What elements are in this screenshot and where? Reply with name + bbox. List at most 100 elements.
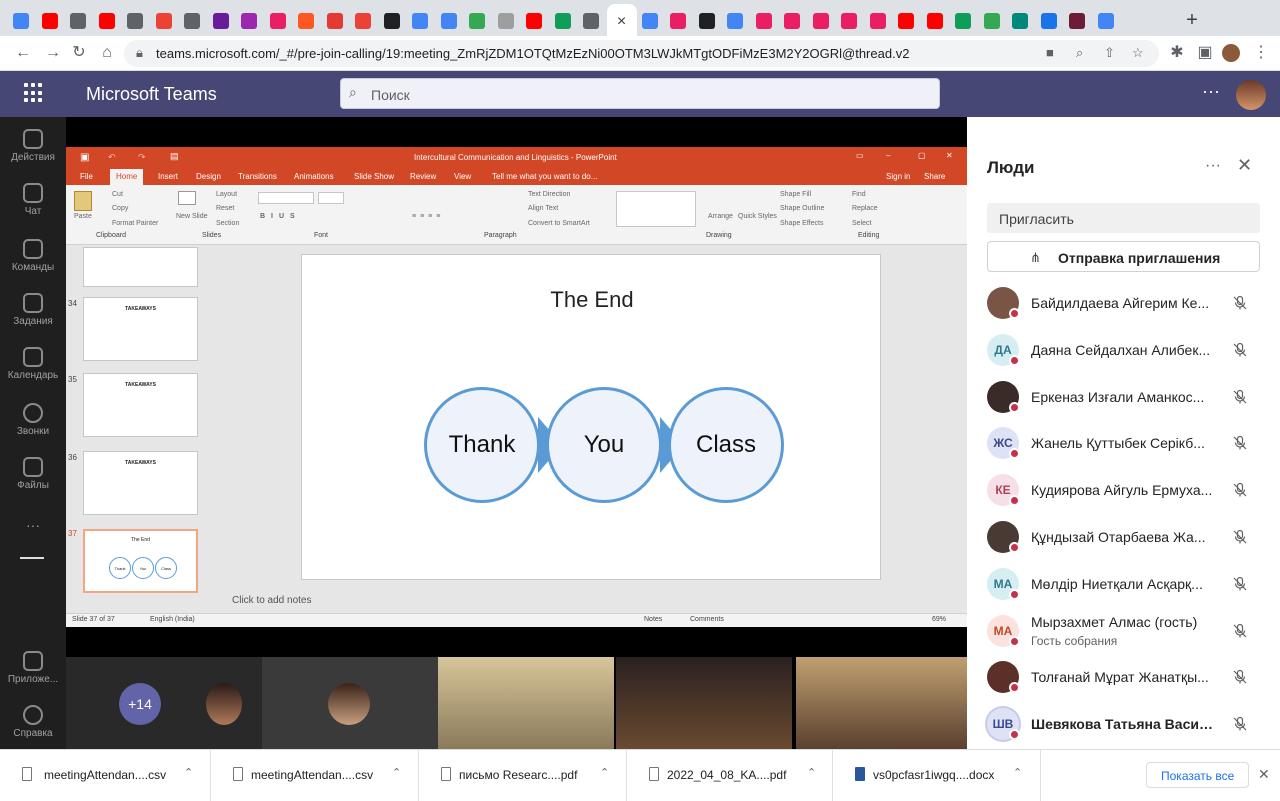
browser-tab[interactable] (436, 6, 462, 36)
participant-row[interactable]: ЖС Жанель Қуттыбек Серікб... (987, 423, 1272, 463)
rail-item-calls[interactable]: Звонки (0, 403, 66, 437)
browser-tab[interactable] (950, 6, 976, 36)
address-bar[interactable]: 🔒︎ teams.microsoft.com/_#/pre-join-calli… (124, 40, 1159, 67)
profile-avatar[interactable] (1222, 44, 1240, 62)
browser-tab[interactable] (779, 6, 805, 36)
browser-tab[interactable] (8, 6, 34, 36)
show-all-downloads-button[interactable]: Показать все (1146, 762, 1250, 788)
rail-item-files[interactable]: Файлы (0, 457, 66, 491)
browser-tab[interactable] (493, 6, 519, 36)
video-tile-camera[interactable] (796, 657, 967, 749)
rail-item-assignments[interactable]: Задания (0, 293, 66, 327)
browser-tab[interactable] (407, 6, 433, 36)
mic-muted-icon[interactable] (1232, 295, 1248, 311)
send-invite-button[interactable]: ⋔ Отправка приглашения (987, 241, 1260, 272)
browser-tab[interactable] (179, 6, 205, 36)
mic-muted-icon[interactable] (1232, 482, 1248, 498)
rail-item-help[interactable]: Справка (0, 705, 66, 739)
rail-item-apps[interactable]: Приложе... (0, 651, 66, 685)
mic-muted-icon[interactable] (1232, 389, 1248, 405)
user-avatar[interactable] (1236, 80, 1266, 110)
mic-muted-icon[interactable] (1232, 342, 1248, 358)
video-tile-camera[interactable] (616, 657, 792, 749)
browser-tab[interactable] (722, 6, 748, 36)
chevron-up-icon[interactable]: ⌃ (184, 766, 193, 779)
browser-tab[interactable] (836, 6, 862, 36)
zoom-icon[interactable]: ⌕ (1076, 45, 1083, 61)
browser-tab[interactable] (808, 6, 834, 36)
panel-close-icon[interactable]: ✕ (1237, 155, 1252, 176)
back-icon[interactable]: ← (12, 42, 34, 64)
participant-row[interactable]: МА Мөлдір Ниетқали Асқарқ... (987, 564, 1272, 604)
lock-icon[interactable]: 🔒︎ (136, 45, 143, 61)
browser-tab[interactable] (1007, 6, 1033, 36)
browser-tab[interactable] (322, 6, 348, 36)
tab-close-icon[interactable]: × (617, 13, 626, 31)
download-item[interactable]: meetingAttendan....csv ⌃ (0, 750, 211, 801)
download-item[interactable]: письмо Researc....pdf ⌃ (419, 750, 627, 801)
browser-tab[interactable] (550, 6, 576, 36)
forward-icon[interactable]: → (42, 42, 64, 64)
participant-row[interactable]: ДА Даяна Сейдалхан Алибек... (987, 330, 1272, 370)
browser-tab[interactable] (37, 6, 63, 36)
mic-muted-icon[interactable] (1232, 623, 1248, 639)
participant-row[interactable]: Құндызай Отарбаева Жа... (987, 517, 1272, 557)
mic-muted-icon[interactable] (1232, 435, 1248, 451)
browser-tab[interactable] (265, 6, 291, 36)
rail-item-chat[interactable]: Чат (0, 183, 66, 217)
browser-tab[interactable] (464, 6, 490, 36)
side-panel-icon[interactable]: ▣ (1194, 42, 1216, 64)
overflow-participants-count[interactable]: +14 (119, 683, 161, 725)
video-tile-overflow[interactable]: +14 (66, 657, 262, 749)
browser-tab[interactable] (151, 6, 177, 36)
participant-row[interactable]: КЕ Кудиярова Айгуль Ермуха... (987, 470, 1272, 510)
mic-muted-icon[interactable] (1232, 576, 1248, 592)
more-options-icon[interactable]: ··· (1202, 81, 1220, 102)
browser-menu-icon[interactable]: ⋮ (1250, 42, 1272, 64)
browser-tab[interactable] (865, 6, 891, 36)
browser-tab[interactable] (922, 6, 948, 36)
rail-item-calendar[interactable]: Календарь (0, 347, 66, 381)
chevron-up-icon[interactable]: ⌃ (600, 766, 609, 779)
browser-tab[interactable] (637, 6, 663, 36)
download-item[interactable]: vs0pcfasr1iwgq....docx ⌃ (833, 750, 1041, 801)
browser-tab[interactable] (350, 6, 376, 36)
rail-item-more[interactable]: ··· (0, 517, 66, 533)
chevron-up-icon[interactable]: ⌃ (1013, 766, 1022, 779)
chevron-up-icon[interactable]: ⌃ (392, 766, 401, 779)
search-input[interactable]: ⌕ Поиск (340, 78, 940, 109)
browser-tab[interactable] (665, 6, 691, 36)
participant-row[interactable]: Байдилдаева Айгерим Ке... (987, 283, 1272, 323)
video-tile[interactable] (262, 657, 438, 749)
browser-tab[interactable] (578, 6, 604, 36)
browser-tab[interactable] (751, 6, 777, 36)
bookmark-star-icon[interactable]: ☆ (1132, 45, 1144, 61)
browser-tab[interactable] (94, 6, 120, 36)
browser-tab[interactable] (521, 6, 547, 36)
home-icon[interactable]: ⌂ (96, 42, 118, 64)
browser-tab-active[interactable]: × (606, 4, 637, 40)
reload-icon[interactable]: ↻ (68, 42, 90, 64)
browser-tab[interactable] (208, 6, 234, 36)
browser-tab[interactable] (1036, 6, 1062, 36)
browser-tab[interactable] (122, 6, 148, 36)
browser-tab[interactable] (65, 6, 91, 36)
participant-row[interactable]: Толғанай Мұрат Жанатқы... (987, 657, 1272, 697)
invite-input[interactable]: Пригласить (987, 203, 1260, 233)
share-page-icon[interactable]: ⇧ (1104, 45, 1115, 61)
new-tab-button[interactable]: + (1180, 8, 1204, 32)
app-launcher-icon[interactable] (24, 83, 44, 103)
extensions-icon[interactable]: ✱ (1166, 42, 1188, 64)
browser-tab[interactable] (379, 6, 405, 36)
rail-item-teams[interactable]: Команды (0, 239, 66, 273)
browser-tab[interactable] (293, 6, 319, 36)
browser-tab[interactable] (893, 6, 919, 36)
chevron-up-icon[interactable]: ⌃ (807, 766, 816, 779)
mic-muted-icon[interactable] (1232, 529, 1248, 545)
camera-icon[interactable]: ■ (1046, 45, 1054, 60)
mic-muted-icon[interactable] (1232, 716, 1248, 732)
participant-row[interactable]: ШВШевякова Татьяна Васильев... (987, 704, 1272, 744)
participant-row[interactable]: Еркеназ Изғали Аманкос... (987, 377, 1272, 417)
download-item[interactable]: meetingAttendan....csv ⌃ (211, 750, 419, 801)
browser-tab[interactable] (694, 6, 720, 36)
